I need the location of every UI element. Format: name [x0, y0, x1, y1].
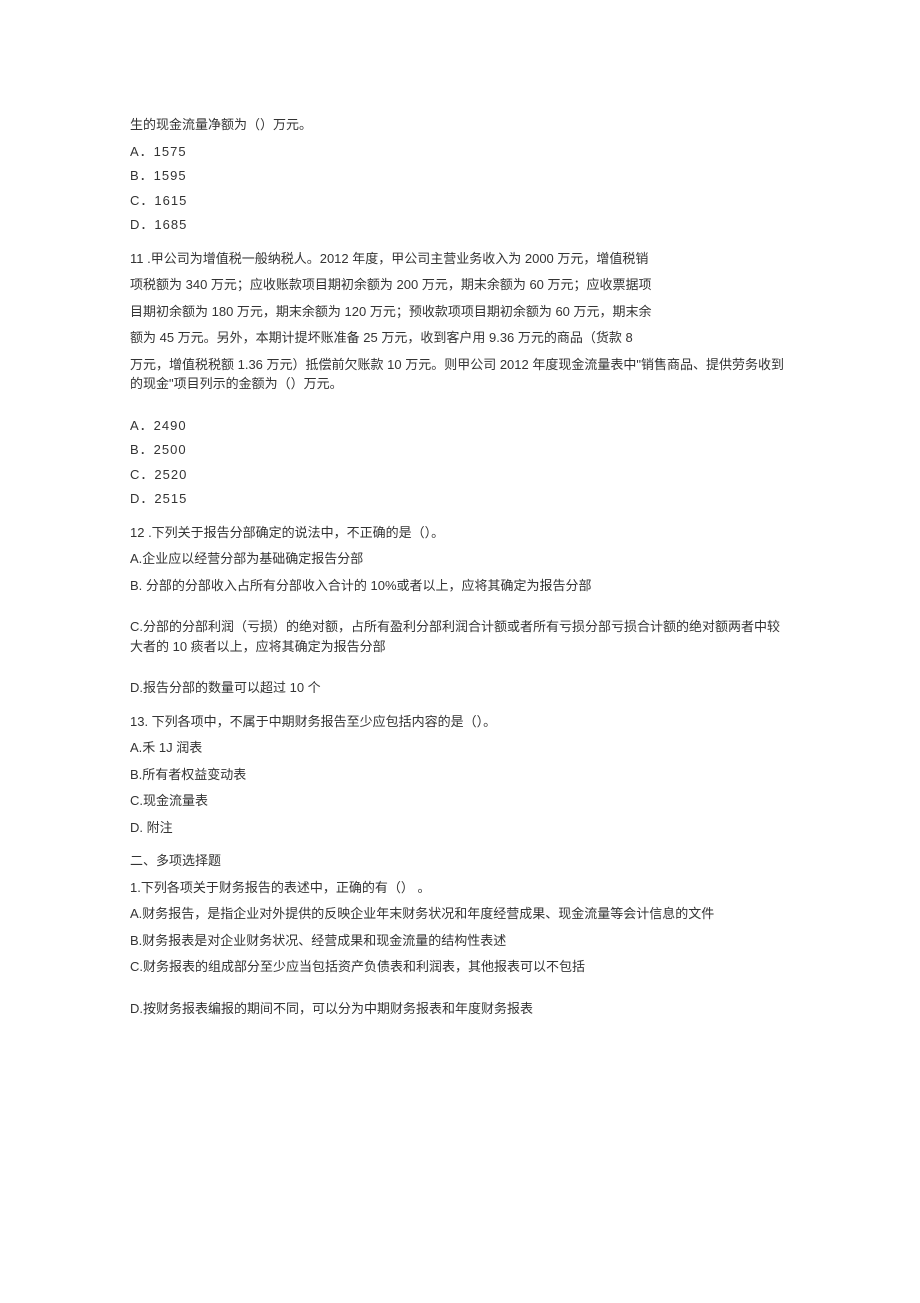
question-10-tail: 生的现金流量净额为（）万元。 A．1575 B．1595 C．1615 D．16… [130, 115, 790, 235]
section-2: 二、多项选择题 1.下列各项关于财务报告的表述中，正确的有（） 。 A.财务报告… [130, 851, 790, 1018]
option-a: A.财务报告，是指企业对外提供的反映企业年末财务状况和年度经营成果、现金流量等会… [130, 904, 790, 924]
question-13: 13. 下列各项中，不属于中期财务报告至少应包括内容的是（）。 A.禾 1J 润… [130, 712, 790, 838]
option-b: B. 分部的分部收入占所有分部收入合计的 10%或者以上，应将其确定为报告分部 [130, 576, 790, 596]
question-stem-line: 万元，增值税税额 1.36 万元）抵偿前欠账款 10 万元。则甲公司 2012 … [130, 355, 790, 394]
option-d: D.报告分部的数量可以超过 10 个 [130, 678, 790, 698]
option-c: C.财务报表的组成部分至少应当包括资产负债表和利润表，其他报表可以不包括 [130, 957, 790, 977]
option-a: A.企业应以经营分部为基础确定报告分部 [130, 549, 790, 569]
question-stem-line: 额为 45 万元。另外，本期计提坏账准备 25 万元，收到客户用 9.36 万元… [130, 328, 790, 348]
question-stem-line: 项税额为 340 万元；应收账款项目期初余额为 200 万元，期末余额为 60 … [130, 275, 790, 295]
option-d: D. 附注 [130, 818, 790, 838]
option-d: D．2515 [130, 489, 790, 509]
option-d: D.按财务报表编报的期间不同，可以分为中期财务报表和年度财务报表 [130, 999, 790, 1019]
option-c: C．1615 [130, 191, 790, 211]
option-c: C.分部的分部利润（亏损）的绝对额，占所有盈利分部利润合计额或者所有亏损分部亏损… [130, 617, 790, 656]
option-b: B．1595 [130, 166, 790, 186]
option-b: B.所有者权益变动表 [130, 765, 790, 785]
option-d: D．1685 [130, 215, 790, 235]
option-b: B．2500 [130, 440, 790, 460]
question-11: 11 .甲公司为增值税一般纳税人。2012 年度，甲公司主营业务收入为 2000… [130, 249, 790, 509]
option-a: A．1575 [130, 142, 790, 162]
option-a: A.禾 1J 润表 [130, 738, 790, 758]
section-title: 二、多项选择题 [130, 851, 790, 871]
question-stem: 13. 下列各项中，不属于中期财务报告至少应包括内容的是（）。 [130, 712, 790, 732]
question-stem-tail: 生的现金流量净额为（）万元。 [130, 115, 790, 135]
option-c: C.现金流量表 [130, 791, 790, 811]
question-stem-line: 11 .甲公司为增值税一般纳税人。2012 年度，甲公司主营业务收入为 2000… [130, 249, 790, 269]
option-b: B.财务报表是对企业财务状况、经营成果和现金流量的结构性表述 [130, 931, 790, 951]
question-stem: 1.下列各项关于财务报告的表述中，正确的有（） 。 [130, 878, 790, 898]
option-c: C．2520 [130, 465, 790, 485]
question-stem-line: 目期初余额为 180 万元，期末余额为 120 万元；预收款项项目期初余额为 6… [130, 302, 790, 322]
option-a: A．2490 [130, 416, 790, 436]
question-stem: 12 .下列关于报告分部确定的说法中，不正确的是（）。 [130, 523, 790, 543]
question-12: 12 .下列关于报告分部确定的说法中，不正确的是（）。 A.企业应以经营分部为基… [130, 523, 790, 698]
